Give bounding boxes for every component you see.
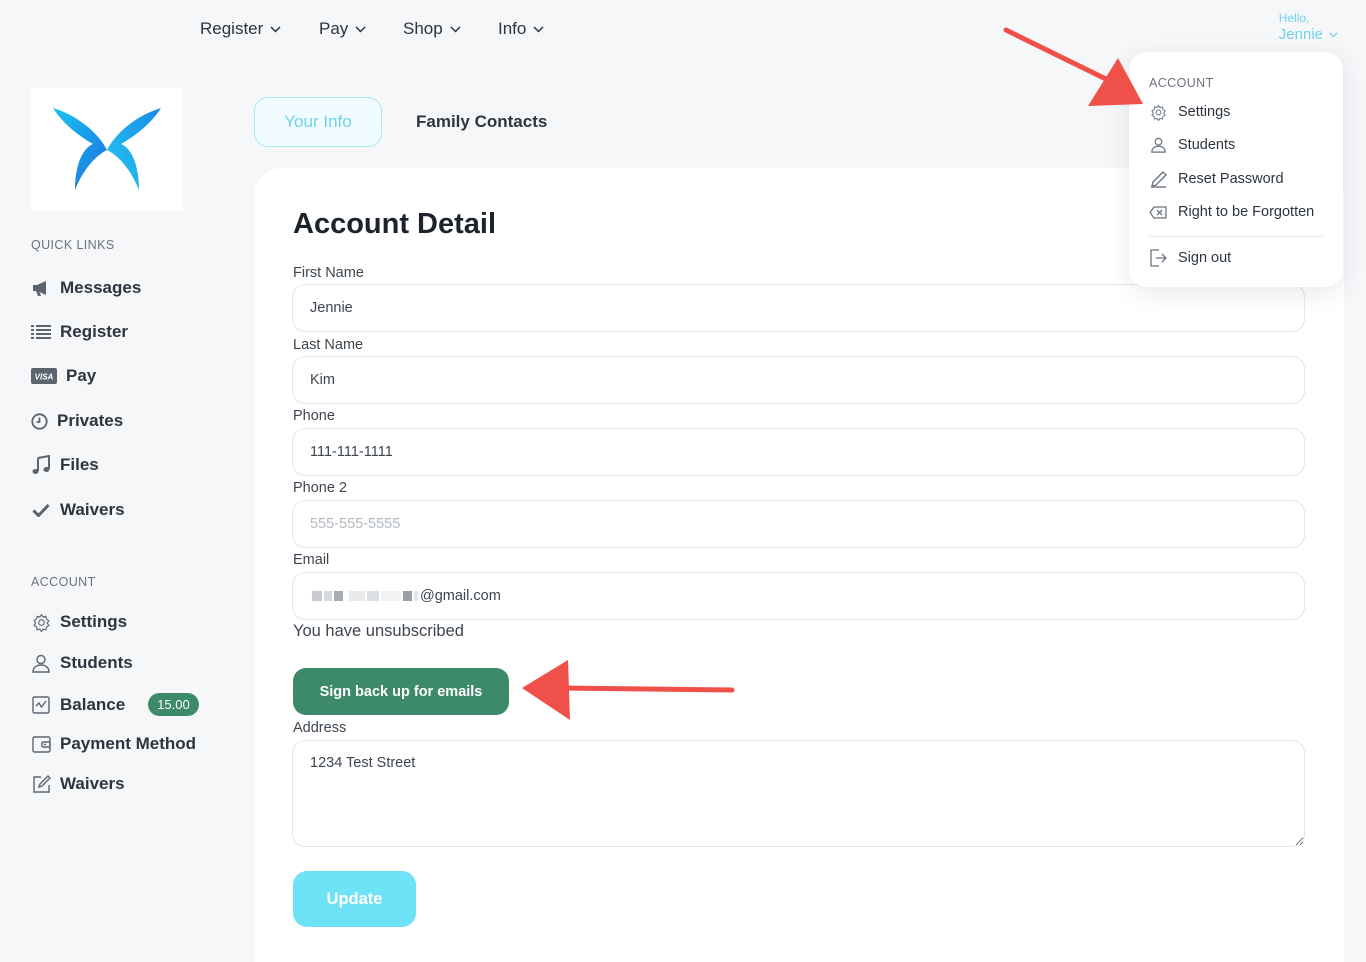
- annotation-arrow-icon: [1003, 27, 1143, 106]
- phone2-field[interactable]: [292, 500, 1305, 548]
- quick-links-heading: QUICK LINKS: [31, 238, 115, 252]
- sidebar-item-pay[interactable]: VISA Pay: [31, 366, 96, 386]
- email-redacted-blur: [312, 591, 420, 601]
- account-heading: ACCOUNT: [31, 575, 96, 589]
- nav-pay-label: Pay: [319, 19, 349, 38]
- sidebar-item-messages[interactable]: Messages: [31, 278, 141, 298]
- sidebar-item-balance[interactable]: Balance 15.00: [31, 693, 199, 716]
- nav-info-label: Info: [498, 19, 527, 38]
- sidebar-item-payment-method[interactable]: Payment Method: [31, 734, 196, 754]
- unsubscribed-status: You have unsubscribed: [293, 622, 464, 640]
- sidebar-item-label: Files: [60, 455, 99, 474]
- resubscribe-button[interactable]: Sign back up for emails: [293, 668, 509, 715]
- sidebar-item-label: Balance: [60, 694, 126, 714]
- dropdown-item-label: Reset Password: [1178, 171, 1284, 187]
- update-button[interactable]: Update: [293, 871, 416, 927]
- dropdown-item-right-to-be-forgotten[interactable]: Right to be Forgotten: [1149, 203, 1314, 221]
- sidebar-item-waivers-account[interactable]: Waivers: [31, 774, 125, 794]
- megaphone-icon: [31, 278, 51, 298]
- chart-box-icon: [31, 695, 51, 715]
- email-label: Email: [293, 552, 330, 568]
- email-field[interactable]: @gmail.com: [292, 572, 1305, 620]
- sidebar-item-privates[interactable]: Privates: [31, 411, 123, 431]
- dropdown-item-sign-out[interactable]: Sign out: [1149, 249, 1231, 267]
- dropdown-item-label: Right to be Forgotten: [1178, 204, 1315, 220]
- chevron-down-icon: [355, 25, 366, 33]
- sidebar-item-label: Register: [60, 322, 129, 341]
- pencil-icon: [1149, 170, 1167, 188]
- sidebar-item-label: Messages: [60, 278, 142, 297]
- dropdown-divider: [1149, 236, 1323, 237]
- last-name-label: Last Name: [293, 337, 364, 353]
- sidebar-item-label: Waivers: [60, 774, 125, 793]
- top-navigation: Register Pay Shop Info Hello, Jennie: [0, 0, 1366, 60]
- user-name: Jennie: [1278, 26, 1323, 43]
- erase-icon: [1149, 203, 1167, 221]
- sidebar-item-students[interactable]: Students: [31, 653, 133, 673]
- page-title: Account Detail: [293, 208, 497, 240]
- dropdown-item-label: Students: [1178, 137, 1236, 153]
- list-icon: [31, 322, 51, 342]
- nav-shop-label: Shop: [403, 19, 443, 38]
- sidebar-item-label: Privates: [57, 411, 124, 430]
- svg-text:VISA: VISA: [35, 373, 54, 382]
- music-note-icon: [31, 455, 51, 475]
- gear-icon: [31, 612, 51, 632]
- first-name-field[interactable]: [292, 284, 1305, 332]
- clock-icon: [31, 411, 48, 431]
- first-name-label: First Name: [293, 265, 364, 281]
- chevron-down-icon: [450, 25, 461, 33]
- tab-your-info[interactable]: Your Info: [254, 97, 382, 147]
- dropdown-item-label: Sign out: [1178, 250, 1232, 266]
- tab-family-contacts[interactable]: Family Contacts: [416, 112, 547, 132]
- phone-label: Phone: [293, 408, 335, 424]
- greeting-text: Hello,: [1278, 11, 1310, 25]
- sidebar-item-settings[interactable]: Settings: [31, 612, 127, 632]
- sidebar-item-waivers[interactable]: Waivers: [31, 500, 125, 520]
- chevron-down-icon: [270, 25, 281, 33]
- dropdown-item-reset-password[interactable]: Reset Password: [1149, 170, 1284, 188]
- nav-shop-menu[interactable]: Shop: [403, 19, 461, 39]
- edit-icon: [31, 774, 51, 794]
- user-icon: [31, 653, 51, 673]
- nav-pay-menu[interactable]: Pay: [319, 19, 366, 39]
- phone2-label: Phone 2: [293, 480, 348, 496]
- dropdown-item-settings[interactable]: Settings: [1149, 103, 1230, 121]
- account-dropdown-menu: ACCOUNT Settings Students Reset Password…: [1129, 52, 1343, 287]
- dropdown-item-label: Settings: [1178, 104, 1231, 120]
- sidebar-item-label: Payment Method: [60, 734, 197, 753]
- visa-card-icon: VISA: [31, 366, 57, 386]
- user-icon: [1149, 136, 1167, 154]
- wallet-icon: [31, 734, 51, 754]
- sidebar-item-label: Pay: [66, 366, 97, 385]
- nav-info-menu[interactable]: Info: [498, 19, 544, 39]
- address-label: Address: [293, 720, 347, 736]
- dropdown-heading: ACCOUNT: [1149, 76, 1214, 90]
- chevron-down-icon: [1329, 32, 1338, 38]
- chevron-down-icon: [533, 25, 544, 33]
- gear-icon: [1149, 103, 1167, 121]
- checkmark-icon: [31, 500, 51, 520]
- sign-out-icon: [1149, 249, 1167, 267]
- address-field[interactable]: 1234 Test Street: [292, 740, 1305, 847]
- dropdown-item-students[interactable]: Students: [1149, 136, 1235, 154]
- nav-register-label: Register: [200, 19, 264, 38]
- sidebar-item-label: Waivers: [60, 500, 125, 519]
- nav-register-menu[interactable]: Register: [200, 19, 281, 39]
- last-name-field[interactable]: [292, 356, 1305, 404]
- sidebar-item-register[interactable]: Register: [31, 322, 128, 342]
- balance-badge: 15.00: [148, 693, 199, 716]
- sidebar-item-label: Settings: [60, 612, 128, 631]
- email-value: @gmail.com: [420, 588, 501, 604]
- logo[interactable]: [31, 88, 183, 211]
- sidebar-item-label: Students: [60, 653, 133, 672]
- user-menu-toggle[interactable]: Hello, Jennie: [1279, 11, 1338, 43]
- sidebar-item-files[interactable]: Files: [31, 455, 99, 475]
- annotation-arrow-icon: [522, 660, 735, 720]
- butterfly-logo-icon: [53, 107, 161, 190]
- phone-field[interactable]: [292, 428, 1305, 476]
